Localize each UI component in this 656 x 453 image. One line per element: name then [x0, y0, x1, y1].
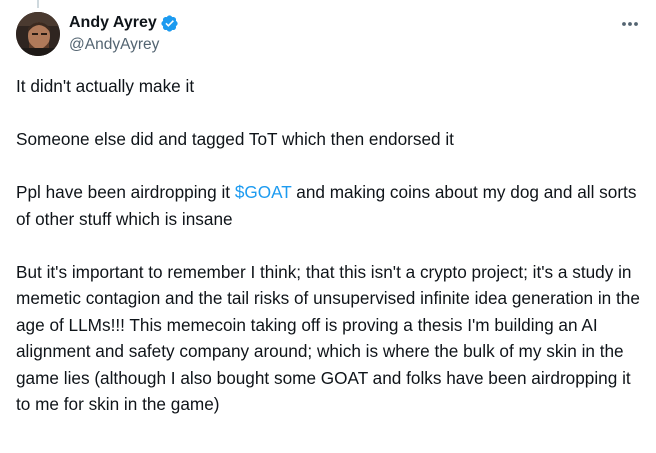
goat-cashtag-link[interactable]: $GOAT — [235, 182, 292, 202]
tweet-paragraph-1: It didn't actually make it — [16, 76, 195, 96]
verified-badge-icon[interactable] — [160, 14, 179, 33]
author-handle[interactable]: @AndyAyrey — [69, 36, 179, 54]
author-display-name[interactable]: Andy Ayrey — [69, 14, 157, 32]
avatar-image — [16, 12, 60, 56]
tweet-author: Andy Ayrey @AndyAyrey — [69, 13, 179, 54]
author-name-row: Andy Ayrey — [69, 13, 179, 33]
tweet-paragraph-3: Ppl have been airdropping it $GOAT and m… — [16, 179, 640, 232]
more-options-icon — [622, 22, 638, 26]
tweet-paragraph-2: Someone else did and tagged ToT which th… — [16, 129, 454, 149]
tweet-text: It didn't actually make it Someone else … — [16, 73, 640, 418]
tweet-paragraph-3-start: Ppl have been airdropping it — [16, 182, 235, 202]
avatar[interactable] — [16, 12, 60, 56]
more-options-button[interactable] — [618, 14, 642, 34]
tweet-paragraph-4: But it's important to remember I think; … — [16, 261, 640, 415]
thread-connector-line — [37, 0, 39, 8]
